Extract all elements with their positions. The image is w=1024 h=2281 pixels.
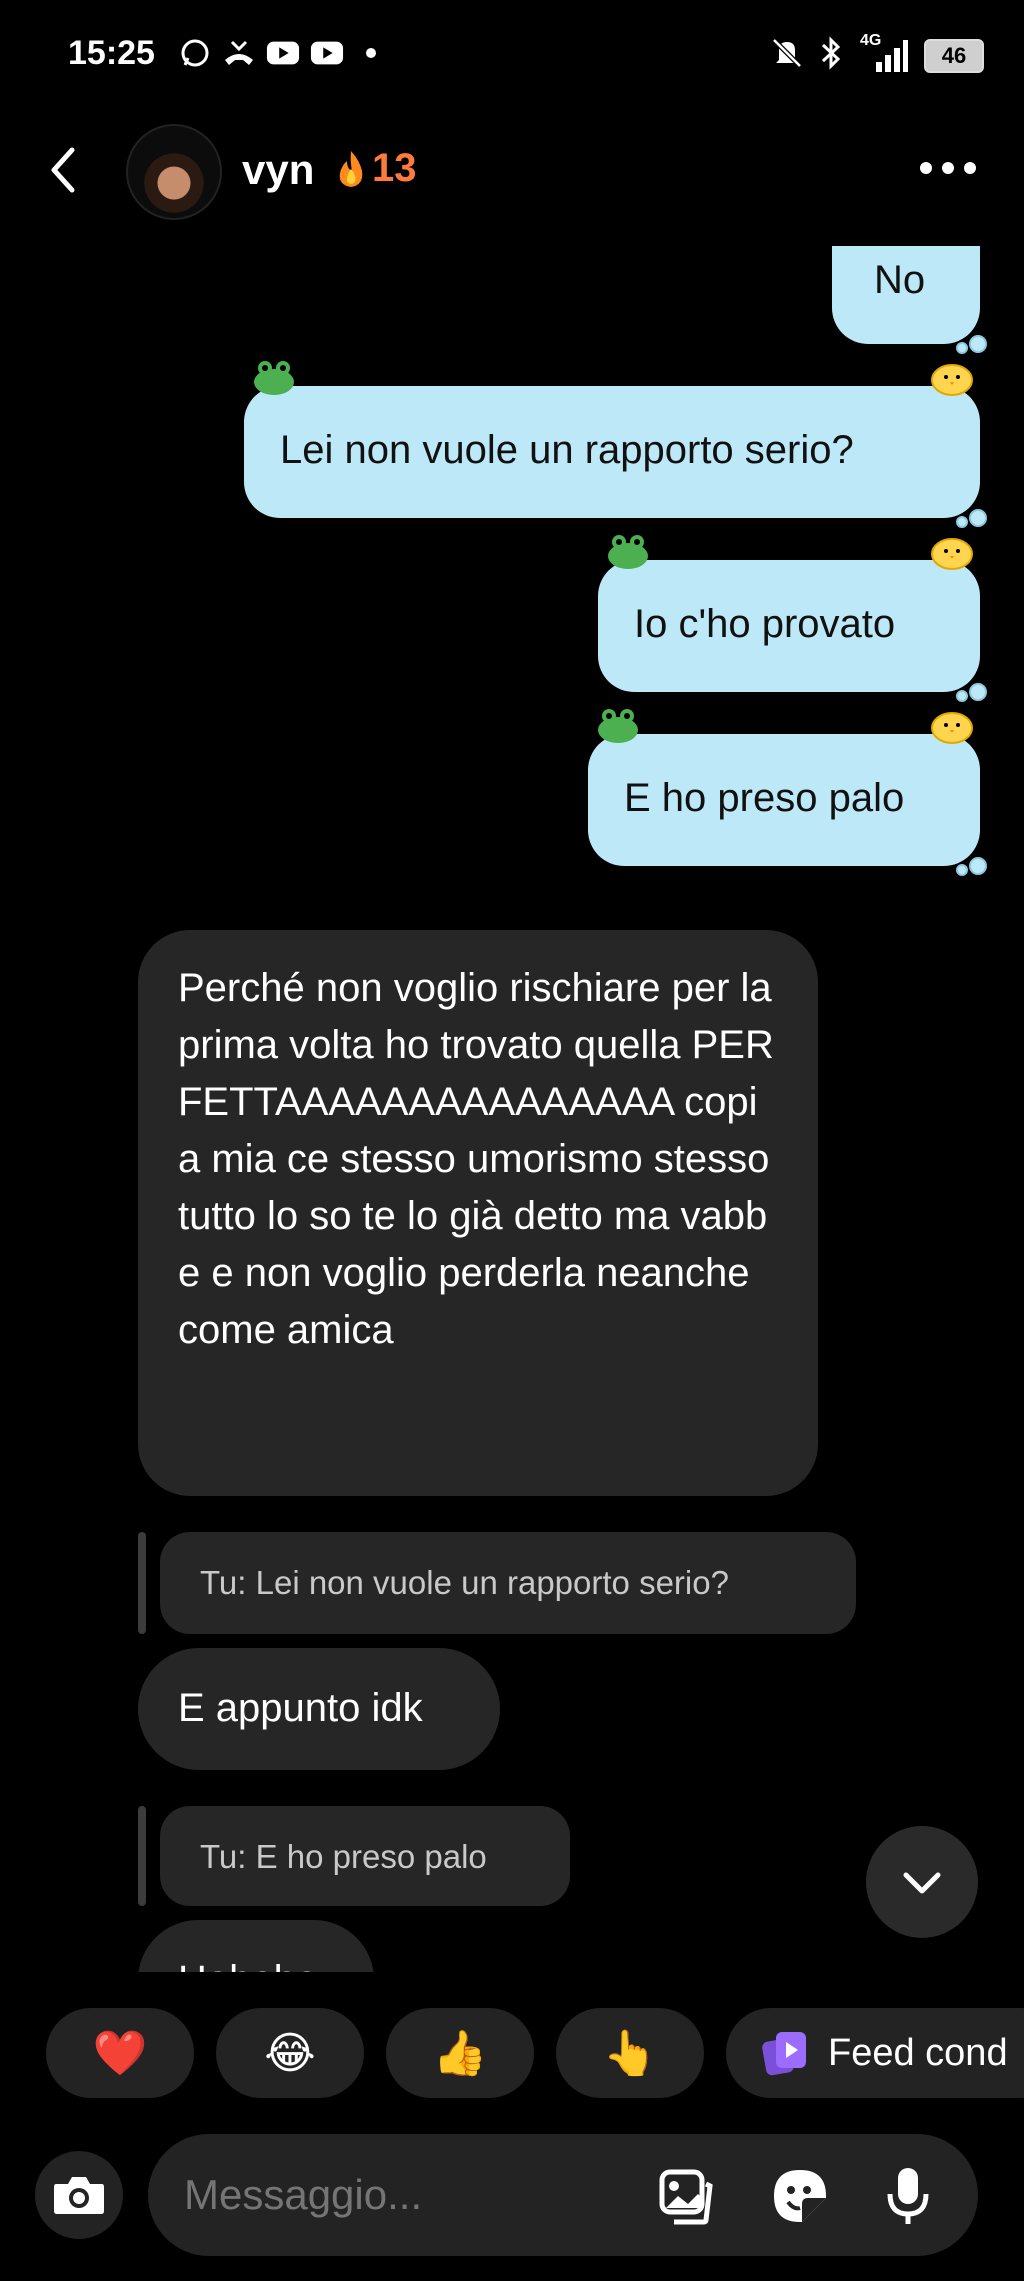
- partial-message-clip: Hahaha: [138, 1920, 378, 1972]
- quick-reactions-bar: ❤️ 😂 👍 👆 Feed cond: [46, 2008, 1024, 2098]
- quick-reaction-laugh[interactable]: 😂: [216, 2008, 364, 2098]
- status-time: 15:25: [68, 34, 155, 72]
- quick-reaction-thumbs-up[interactable]: 👍: [386, 2008, 534, 2098]
- contact-name[interactable]: vyn: [242, 146, 314, 194]
- microphone-icon[interactable]: [876, 2164, 940, 2228]
- system-icons: 4G 46: [770, 32, 984, 75]
- reply-indicator: [138, 1532, 146, 1634]
- signal-icon: 4G: [858, 32, 908, 74]
- camera-icon: [35, 2151, 123, 2239]
- feed-icon: [762, 2032, 806, 2076]
- frog-sticker-icon: [598, 709, 638, 743]
- streak-badge: 13: [334, 146, 417, 191]
- gallery-icon[interactable]: [654, 2164, 718, 2228]
- frog-sticker-icon: [254, 361, 294, 395]
- sent-message-bubble[interactable]: No: [832, 246, 987, 354]
- reply-indicator: [138, 1806, 146, 1906]
- message-text: E appunto idk: [178, 1686, 423, 1730]
- message-composer: [148, 2134, 978, 2256]
- bluetooth-icon: [820, 36, 842, 75]
- notification-icons: [178, 38, 388, 68]
- missed-call-icon: [222, 38, 256, 68]
- feed-label: Feed cond: [828, 2031, 1008, 2074]
- more-options-button[interactable]: [918, 158, 978, 178]
- sent-message-bubble[interactable]: Io c'ho provato: [598, 535, 987, 702]
- chevron-down-icon: [903, 1872, 941, 1894]
- message-text: Lei non vuole un rapporto serio?: [280, 428, 854, 472]
- youtube-icon: [310, 38, 344, 68]
- reply-context-text: Tu: Lei non vuole un rapporto serio?: [200, 1564, 729, 1601]
- feed-share-button[interactable]: Feed cond: [726, 2008, 1024, 2098]
- message-text: Io c'ho provato: [634, 602, 896, 646]
- message-text: Hahaha: [178, 1958, 318, 1972]
- chick-sticker-icon: [931, 712, 973, 744]
- network-type: 4G: [860, 31, 882, 49]
- bubble-decoration-icon: [956, 857, 987, 876]
- back-button[interactable]: [40, 140, 90, 200]
- fire-icon: [339, 150, 363, 187]
- received-message-bubble[interactable]: Perché non voglio rischiare per la prima…: [138, 930, 818, 1496]
- quick-reaction-heart[interactable]: ❤️: [46, 2008, 194, 2098]
- chick-sticker-icon: [931, 364, 973, 396]
- youtube-icon: [266, 38, 300, 68]
- message-text: Perché non voglio rischiare per la prima…: [178, 966, 774, 1352]
- whatsapp-icon: [178, 38, 212, 68]
- battery-icon: 46: [924, 38, 984, 73]
- sent-message-bubble[interactable]: E ho preso palo: [588, 709, 987, 876]
- streak-count: 13: [372, 146, 417, 190]
- camera-button[interactable]: [34, 2150, 124, 2240]
- sent-message-bubble[interactable]: Lei non vuole un rapporto serio?: [244, 361, 987, 528]
- message-text: No: [874, 258, 926, 302]
- sticker-icon[interactable]: [768, 2164, 832, 2228]
- mute-icon: [770, 36, 804, 75]
- scroll-to-bottom-button[interactable]: [866, 1826, 978, 1938]
- reply-context[interactable]: Tu: Lei non vuole un rapporto serio?: [160, 1532, 856, 1634]
- quick-reaction-point-up[interactable]: 👆: [556, 2008, 704, 2098]
- received-message-bubble[interactable]: Hahaha: [138, 1920, 374, 1972]
- reply-context[interactable]: Tu: E ho preso palo: [160, 1806, 570, 1906]
- message-input[interactable]: [182, 2170, 616, 2220]
- avatar[interactable]: [126, 124, 222, 220]
- reply-context-text: Tu: E ho preso palo: [200, 1838, 487, 1875]
- received-message-bubble[interactable]: E appunto idk: [138, 1648, 500, 1770]
- message-text: E ho preso palo: [624, 776, 905, 820]
- bubble-decoration-icon: [956, 683, 987, 702]
- dot-icon: [354, 38, 388, 68]
- bubble-decoration-icon: [956, 335, 987, 354]
- frog-sticker-icon: [608, 535, 648, 569]
- chick-sticker-icon: [931, 538, 973, 570]
- bubble-decoration-icon: [956, 509, 987, 528]
